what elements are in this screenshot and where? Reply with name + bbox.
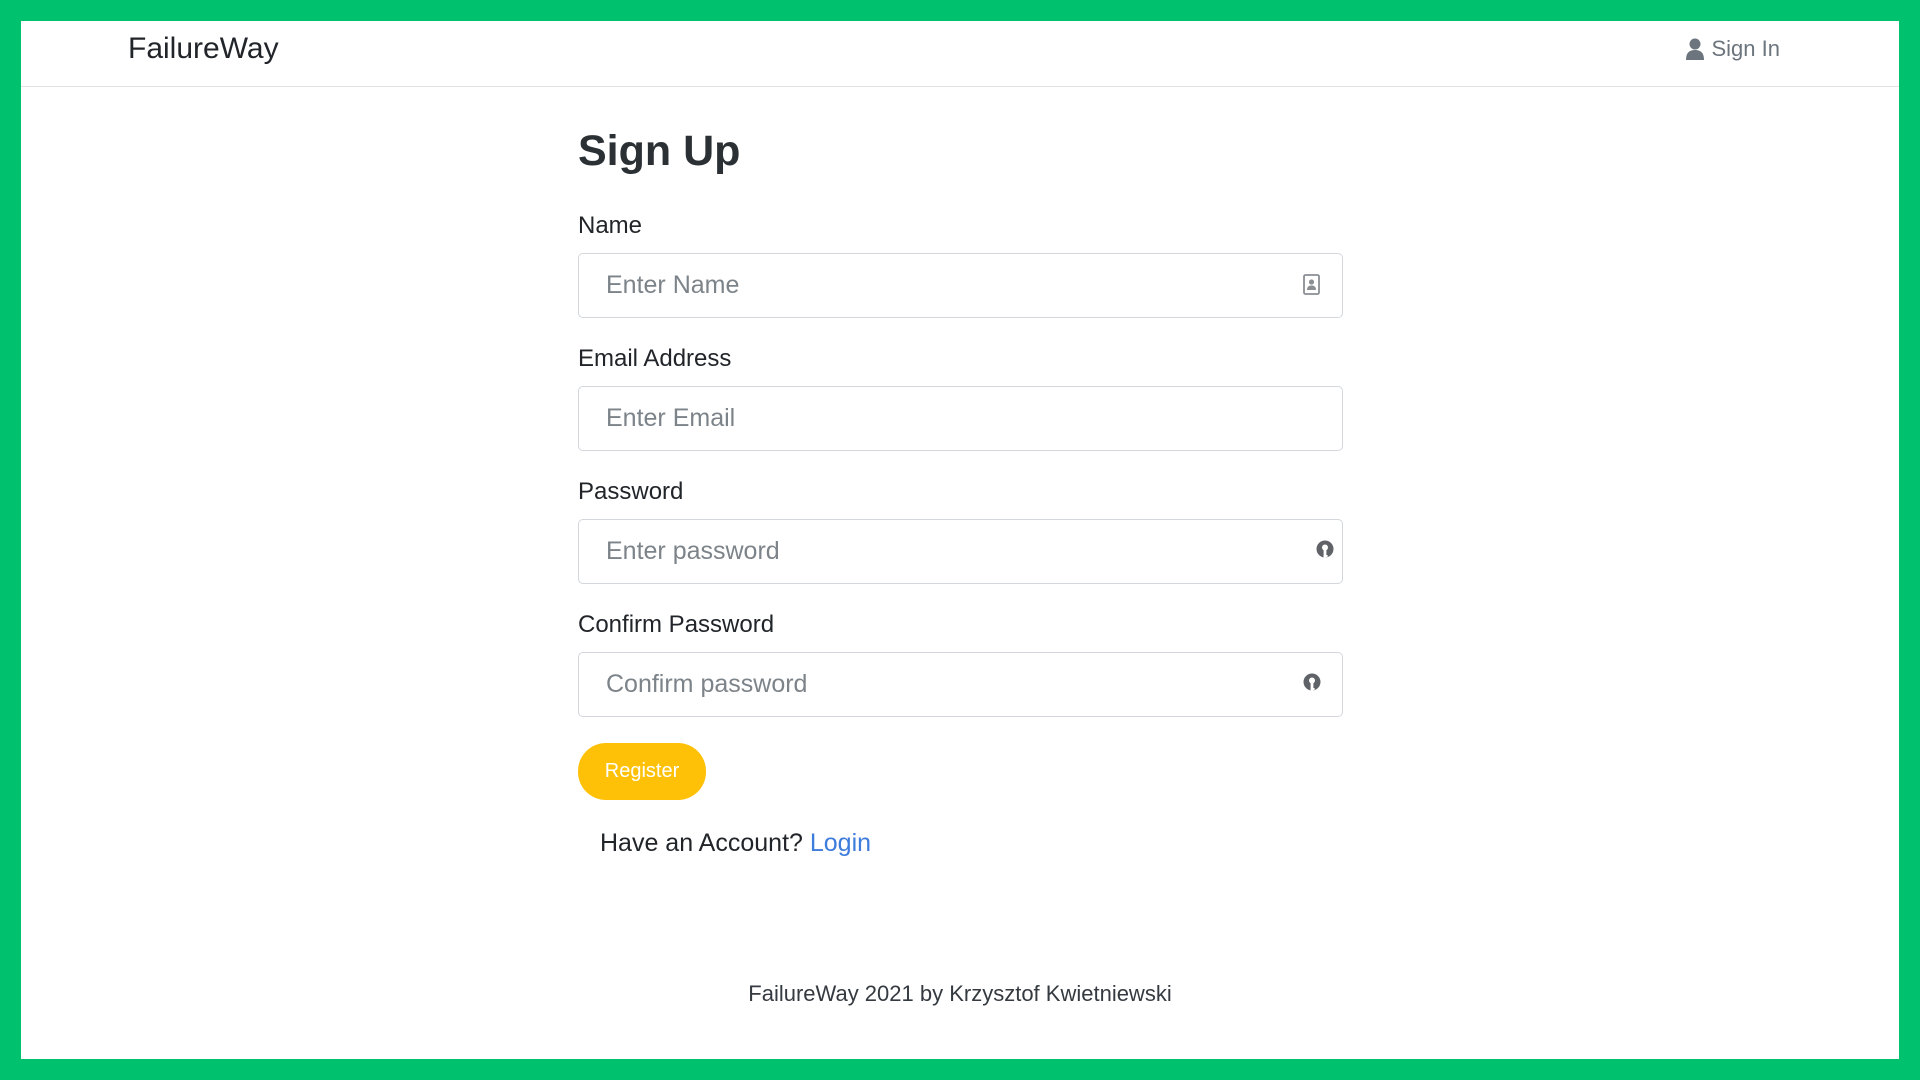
account-prompt: Have an Account? Login [578,826,1343,860]
password-key-icon[interactable] [1314,539,1336,563]
page-title: Sign Up [578,127,741,175]
password-input[interactable] [578,519,1343,584]
signin-label: Sign In [1711,36,1781,61]
name-label: Name [578,212,643,239]
contact-card-icon [1301,273,1323,297]
confirm-password-group: Confirm Password [578,610,1343,717]
register-button[interactable]: Register [578,743,706,800]
signin-link[interactable]: Sign In [1685,31,1781,67]
password-key-icon[interactable] [1301,672,1323,696]
footer: FailureWay 2021 by Krzysztof Kwietniewsk… [748,981,1172,1006]
password-label: Password [578,478,684,505]
brand-link[interactable]: FailureWay [128,29,279,69]
email-label: Email Address [578,345,732,372]
login-link[interactable]: Login [810,829,871,857]
name-group: Name [578,211,1343,318]
navbar: FailureWay Sign In [21,21,1899,87]
user-icon [1685,38,1704,60]
account-prompt-text: Have an Account? [600,829,803,857]
email-group: Email Address [578,344,1343,451]
confirm-password-input[interactable] [578,652,1343,717]
signup-form: Sign Up Name Email Address Pa [578,121,1343,860]
email-input[interactable] [578,386,1343,451]
password-group: Password [578,477,1343,584]
confirm-password-label: Confirm Password [578,611,775,638]
name-input[interactable] [578,253,1343,318]
page-frame: FailureWay Sign In Sign Up Name Enter Na… [21,21,1899,1059]
